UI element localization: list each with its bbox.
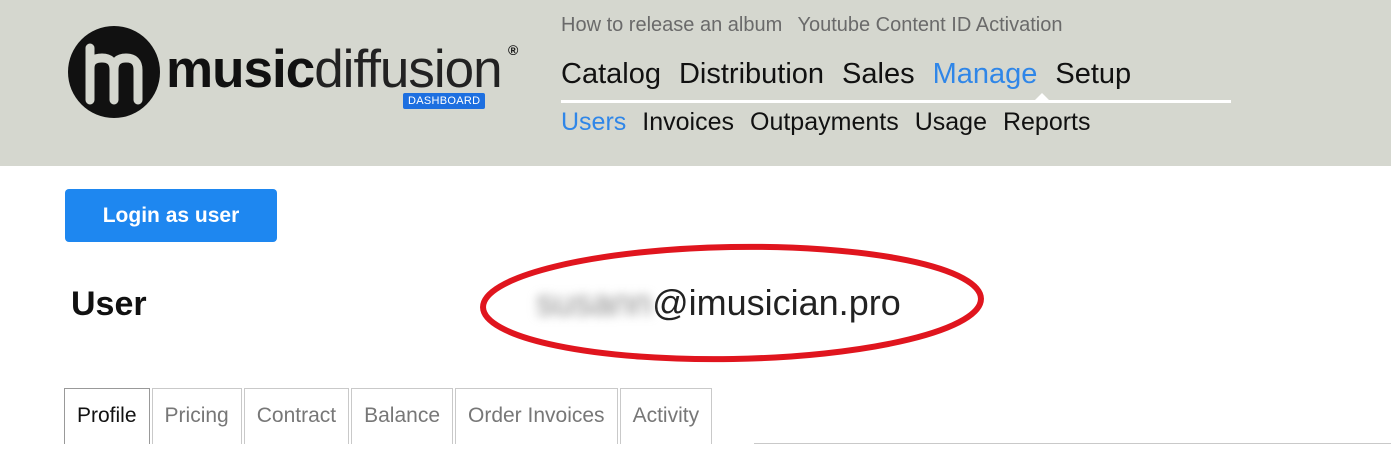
nav-setup[interactable]: Setup xyxy=(1055,58,1131,90)
subnav-users[interactable]: Users xyxy=(561,108,626,136)
dashboard-badge: DASHBOARD xyxy=(403,93,486,109)
top-links: How to release an album Youtube Content … xyxy=(561,14,1072,37)
subnav-outpayments[interactable]: Outpayments xyxy=(750,108,899,136)
tab-activity[interactable]: Activity xyxy=(619,388,713,444)
subnav-invoices[interactable]: Invoices xyxy=(642,108,734,136)
m-circle-logo-icon xyxy=(68,26,160,118)
logo-word-bold: music xyxy=(166,40,315,99)
link-youtube-content-id[interactable]: Youtube Content ID Activation xyxy=(797,14,1062,36)
registered-mark: ® xyxy=(508,42,519,58)
subnav-reports[interactable]: Reports xyxy=(1003,108,1091,136)
nav-distribution[interactable]: Distribution xyxy=(679,58,824,90)
user-tabs: Profile Pricing Contract Balance Order I… xyxy=(64,388,714,444)
nav-catalog[interactable]: Catalog xyxy=(561,58,661,90)
subnav-usage[interactable]: Usage xyxy=(915,108,987,136)
main-nav: Catalog Distribution Sales Manage Setup xyxy=(561,58,1149,91)
logo-word-light: diffusion xyxy=(314,40,502,99)
tab-order-invoices[interactable]: Order Invoices xyxy=(455,388,618,444)
nav-sales[interactable]: Sales xyxy=(842,58,915,90)
active-nav-indicator xyxy=(1034,93,1050,101)
tabs-baseline xyxy=(754,443,1391,444)
page-title: User xyxy=(71,285,147,323)
link-release-album[interactable]: How to release an album xyxy=(561,14,782,36)
tab-profile[interactable]: Profile xyxy=(64,388,150,444)
logo-wordmark: musicdiffusion xyxy=(166,40,503,100)
login-as-user-button[interactable]: Login as user xyxy=(65,189,277,242)
nav-divider xyxy=(561,100,1231,103)
tab-pricing[interactable]: Pricing xyxy=(151,388,242,444)
tab-contract[interactable]: Contract xyxy=(243,388,350,444)
top-header: musicdiffusion ® DASHBOARD How to releas… xyxy=(0,0,1391,166)
logo[interactable]: musicdiffusion ® DASHBOARD xyxy=(66,22,536,122)
tab-balance[interactable]: Balance xyxy=(351,388,453,444)
nav-manage[interactable]: Manage xyxy=(933,58,1038,90)
highlight-ellipse xyxy=(480,243,984,363)
sub-nav: Users Invoices Outpayments Usage Reports xyxy=(561,108,1107,137)
